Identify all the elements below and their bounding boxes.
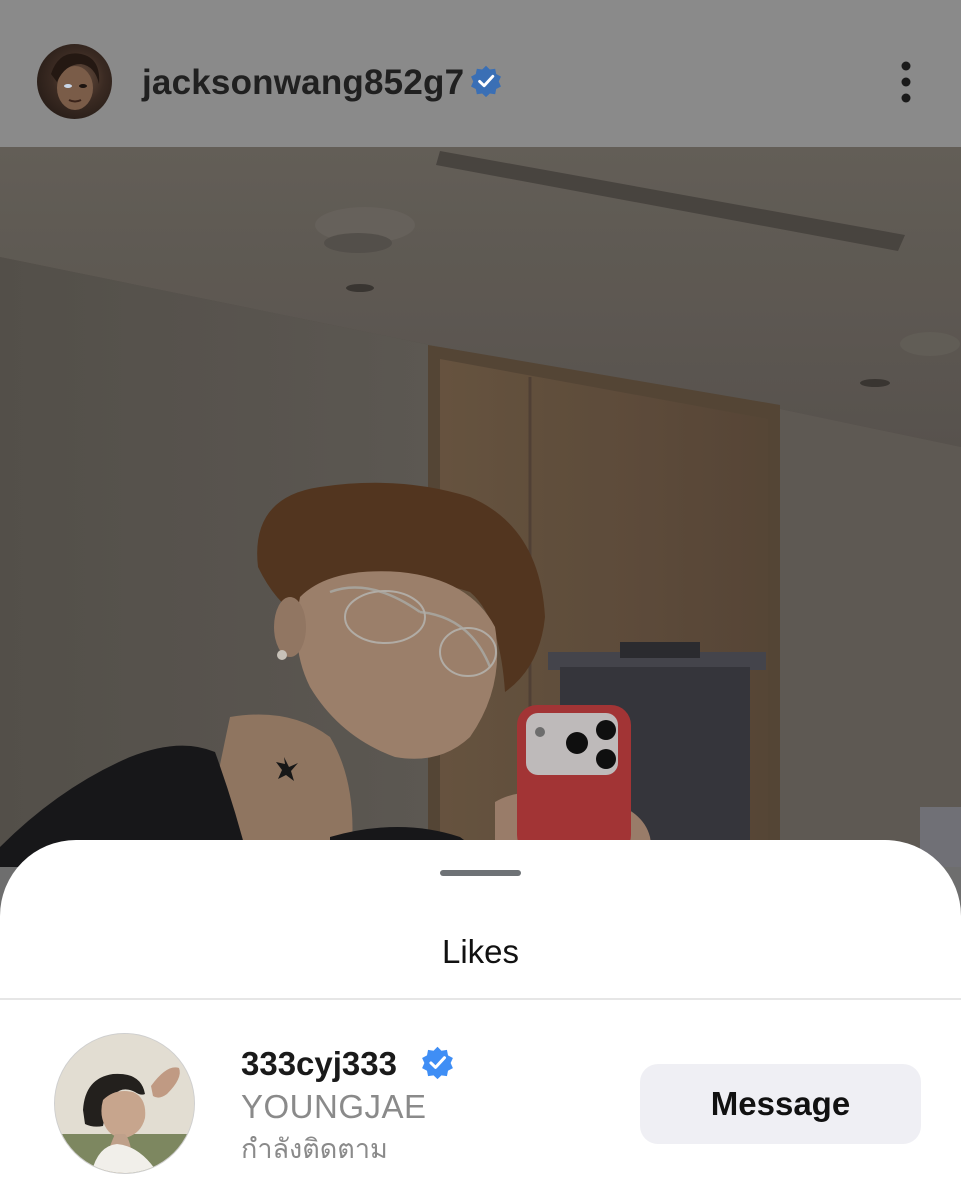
verified-badge-icon (422, 1046, 453, 1080)
sheet-drag-handle[interactable] (440, 870, 521, 876)
following-status: กำลังติดตาม (241, 1134, 388, 1164)
likes-sheet: Likes 333cyj333 YOUNGJAE กำลังติดตาม Mes… (0, 840, 961, 1200)
liker-full-name: YOUNGJAE (241, 1088, 427, 1125)
author-avatar[interactable] (37, 44, 112, 119)
verified-badge-icon (471, 65, 501, 98)
liker-username[interactable]: 333cyj333 (241, 1044, 397, 1084)
more-vertical-icon[interactable] (886, 58, 926, 106)
liker-row[interactable]: 333cyj333 YOUNGJAE กำลังติดตาม Message (0, 1000, 961, 1200)
post-photo[interactable] (0, 147, 961, 867)
author-username[interactable]: jacksonwang852g7 (142, 62, 464, 104)
post-header: jacksonwang852g7 (0, 0, 961, 147)
sheet-title: Likes (441, 933, 520, 970)
instagram-post-screen: jacksonwang852g7 Likes 333cyj333 YOUNGJA… (0, 0, 961, 1200)
message-button[interactable]: Message (640, 1064, 921, 1144)
liker-avatar[interactable] (54, 1033, 195, 1174)
